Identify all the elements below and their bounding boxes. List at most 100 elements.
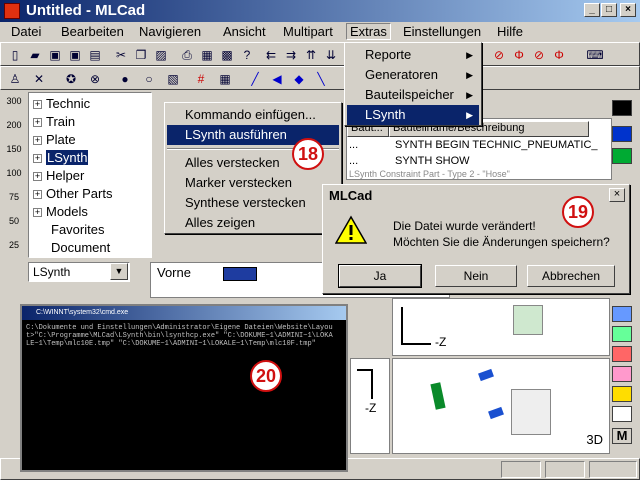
color-swatch-light-blue[interactable] bbox=[612, 306, 632, 322]
copy-icon[interactable]: ❐ bbox=[131, 45, 151, 65]
save-as-icon[interactable]: ▣ bbox=[65, 45, 85, 65]
rotate-z-icon[interactable]: ⊘ bbox=[529, 45, 549, 65]
menu-datei[interactable]: Datei bbox=[8, 24, 44, 39]
expand-icon[interactable]: + bbox=[33, 208, 42, 217]
tree-item-plate[interactable]: + Plate bbox=[33, 131, 76, 149]
menu-multipart[interactable]: Multipart bbox=[280, 24, 336, 39]
expand-icon[interactable]: + bbox=[33, 172, 42, 181]
bricks-icon[interactable]: ▧ bbox=[163, 69, 183, 89]
menu-einstellungen[interactable]: Einstellungen bbox=[400, 24, 484, 39]
paste-icon[interactable]: ▨ bbox=[151, 45, 171, 65]
properties-icon[interactable]: ▩ bbox=[217, 45, 237, 65]
tree-item-favorites[interactable]: Favorites bbox=[51, 221, 104, 239]
move-up-icon[interactable]: ⇈ bbox=[301, 45, 321, 65]
row-part: ... bbox=[349, 139, 359, 151]
rotate-y-icon[interactable]: Φ bbox=[509, 45, 529, 65]
yes-button[interactable]: Ja bbox=[338, 264, 422, 288]
tree-item-train[interactable]: + Train bbox=[33, 113, 75, 131]
move-right-icon[interactable]: ⇉ bbox=[281, 45, 301, 65]
cancel-button[interactable]: Abbrechen bbox=[527, 265, 615, 287]
line-icon[interactable]: ╱ bbox=[245, 69, 265, 89]
color-swatch-green[interactable] bbox=[612, 148, 632, 164]
save-icon[interactable]: ▣ bbox=[45, 45, 65, 65]
console-window[interactable]: C:\WINNT\system32\cmd.exe C:\Dokumente u… bbox=[20, 304, 348, 472]
tree-item-other-parts[interactable]: + Other Parts bbox=[33, 185, 112, 203]
expand-icon[interactable]: + bbox=[33, 100, 42, 109]
view-top[interactable]: -Z bbox=[392, 298, 610, 356]
conditional-line-icon[interactable]: ╲ bbox=[311, 69, 331, 89]
quad-icon[interactable]: ◆ bbox=[289, 69, 309, 89]
expand-icon[interactable]: + bbox=[33, 136, 42, 145]
no-button[interactable]: Nein bbox=[435, 265, 517, 287]
color-swatch-white[interactable] bbox=[612, 406, 632, 422]
zoom-150-button[interactable]: 150 bbox=[2, 144, 26, 166]
menu-extras[interactable]: Extras bbox=[346, 23, 391, 40]
cut-icon[interactable]: ✂ bbox=[111, 45, 131, 65]
bulb-icon[interactable]: ● bbox=[115, 69, 135, 89]
more-colors-button[interactable]: M bbox=[612, 428, 632, 444]
menu-item-reporte[interactable]: Reporte ▶ bbox=[347, 45, 479, 65]
grid-icon[interactable]: # bbox=[191, 69, 211, 89]
move-down-icon[interactable]: ⇊ bbox=[321, 45, 341, 65]
minimize-button[interactable]: _ bbox=[584, 3, 600, 17]
close-button[interactable]: × bbox=[620, 3, 636, 17]
view-side[interactable]: -Z bbox=[350, 358, 390, 454]
keyboard-icon[interactable]: ⌨ bbox=[585, 45, 605, 65]
color-swatch-black[interactable] bbox=[612, 100, 632, 116]
sun-icon[interactable]: ✪ bbox=[61, 69, 81, 89]
help-icon[interactable]: ? bbox=[237, 45, 257, 65]
tree-item-technic[interactable]: + Technic bbox=[33, 95, 90, 113]
menu-item-marker-verstecken[interactable]: Marker verstecken bbox=[167, 173, 339, 193]
zoom-100-button[interactable]: 100 bbox=[2, 168, 26, 190]
menu-ansicht[interactable]: Ansicht bbox=[220, 24, 269, 39]
menu-item-alles-zeigen[interactable]: Alles zeigen bbox=[167, 213, 339, 233]
menu-bearbeiten[interactable]: Bearbeiten bbox=[58, 24, 127, 39]
triangle-icon[interactable]: ◀ bbox=[267, 69, 287, 89]
extras-menu: Reporte ▶ Generatoren ▶ Bauteilspeicher ▶ L… bbox=[344, 42, 482, 126]
person-icon[interactable]: ♙ bbox=[5, 69, 25, 89]
menu-item-synthese-verstecken[interactable]: Synthese verstecken bbox=[167, 193, 339, 213]
mlcad-app-icon[interactable] bbox=[4, 3, 20, 19]
bulb-off-icon[interactable]: ○ bbox=[139, 69, 159, 89]
menu-item-lsynth[interactable]: LSynth ▶ bbox=[347, 105, 479, 125]
chevron-down-icon[interactable]: ▼ bbox=[110, 263, 128, 280]
color-swatch-light-green[interactable] bbox=[612, 326, 632, 342]
group-icon[interactable]: ▦ bbox=[215, 69, 235, 89]
zoom-300-button[interactable]: 300 bbox=[2, 96, 26, 118]
zoom-25-button[interactable]: 25 bbox=[2, 240, 26, 262]
menu-item-kommando-einfuegen[interactable]: Kommando einfügen... bbox=[167, 105, 339, 125]
maximize-button[interactable]: □ bbox=[601, 3, 617, 17]
color-swatch-light-red[interactable] bbox=[612, 346, 632, 362]
menu-item-bauteilspeicher[interactable]: Bauteilspeicher ▶ bbox=[347, 85, 479, 105]
save-all-icon[interactable]: ▤ bbox=[85, 45, 105, 65]
menu-navigieren[interactable]: Navigieren bbox=[136, 24, 204, 39]
menu-hilfe[interactable]: Hilfe bbox=[494, 24, 526, 39]
tree-item-helper[interactable]: + Helper bbox=[33, 167, 84, 185]
view-3d[interactable]: 3D bbox=[392, 358, 610, 454]
expand-icon[interactable]: + bbox=[33, 154, 42, 163]
color-swatch-yellow[interactable] bbox=[612, 386, 632, 402]
expand-icon[interactable]: + bbox=[33, 190, 42, 199]
expand-icon[interactable]: + bbox=[33, 118, 42, 127]
tree-item-document[interactable]: Document bbox=[51, 239, 110, 257]
color-swatch-blue[interactable] bbox=[612, 126, 632, 142]
move-left-icon[interactable]: ⇇ bbox=[261, 45, 281, 65]
dialog-close-button[interactable]: × bbox=[609, 188, 625, 202]
open-folder-icon[interactable]: ▰ bbox=[25, 45, 45, 65]
print-icon[interactable]: ⎙ bbox=[177, 45, 197, 65]
parts-tree[interactable]: + Technic + Train + Plate + LSynth + Helper +… bbox=[28, 92, 152, 258]
rotate-axis-icon[interactable]: Φ bbox=[549, 45, 569, 65]
parts-list[interactable]: Baut... Bauteilname/Beschreibung ... SYN… bbox=[346, 118, 612, 180]
new-file-icon[interactable]: ▯ bbox=[5, 45, 25, 65]
zoom-50-button[interactable]: 50 bbox=[2, 216, 26, 238]
color-swatch-pink[interactable] bbox=[612, 366, 632, 382]
rotate-x-icon[interactable]: ⊘ bbox=[489, 45, 509, 65]
zoom-200-button[interactable]: 200 bbox=[2, 120, 26, 142]
menu-item-generatoren[interactable]: Generatoren ▶ bbox=[347, 65, 479, 85]
delete-icon[interactable]: ✕ bbox=[29, 69, 49, 89]
tree-item-models[interactable]: + Models bbox=[33, 203, 88, 221]
print-preview-icon[interactable]: ▦ bbox=[197, 45, 217, 65]
zoom-75-button[interactable]: 75 bbox=[2, 192, 26, 214]
tree-item-lsynth[interactable]: + LSynth bbox=[33, 149, 89, 167]
no-sun-icon[interactable]: ⊗ bbox=[85, 69, 105, 89]
